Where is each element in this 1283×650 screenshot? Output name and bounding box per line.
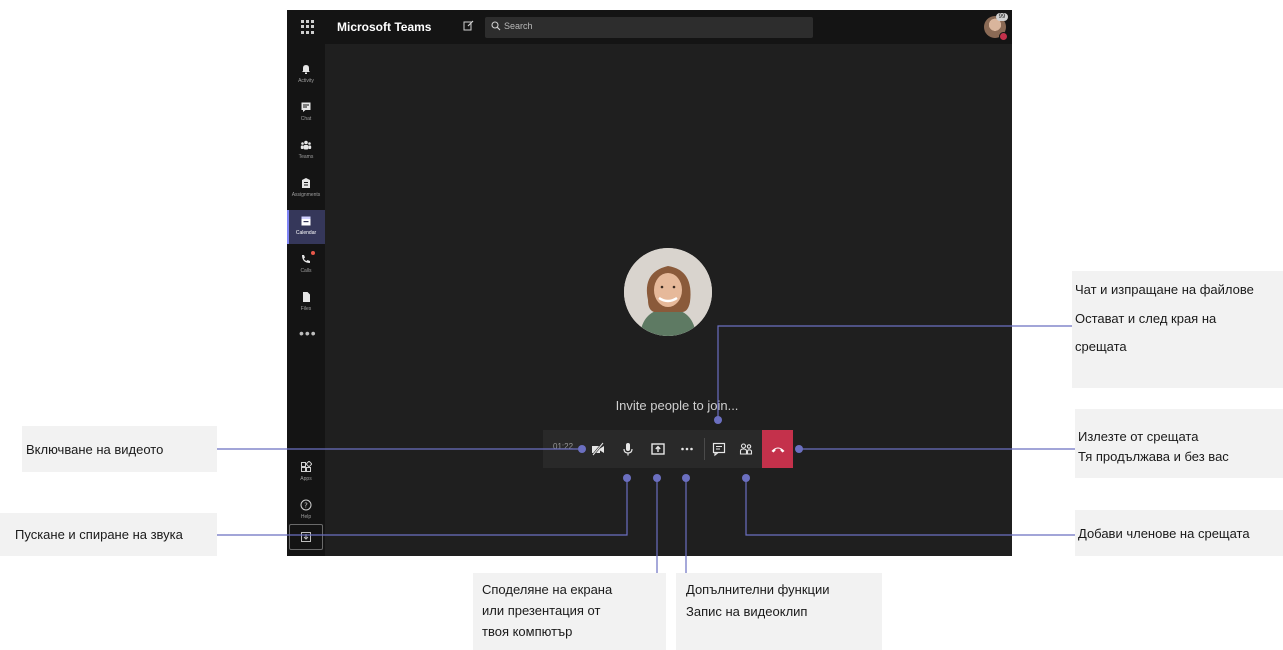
callout-chat-line-1: Чат и изпращане на файлове xyxy=(1075,282,1254,297)
callout-add-members: Добави членове на срещата xyxy=(1075,510,1283,556)
audio-dot xyxy=(623,474,631,482)
callout-leave-meeting: Излезте от срещата Тя продължава и без в… xyxy=(1075,409,1283,478)
callout-share-line-2: или презентация от xyxy=(482,603,601,618)
chat-dot xyxy=(714,416,722,424)
callout-chat-line-3: срещата xyxy=(1075,339,1127,354)
video-dot xyxy=(578,445,586,453)
callout-video-text: Включване на видеото xyxy=(26,442,164,457)
chat-leader-line xyxy=(717,325,1072,420)
callout-leave-line-1: Излезте от срещата xyxy=(1078,429,1199,444)
more-dot xyxy=(682,474,690,482)
callout-leave-line-2: Тя продължава и без вас xyxy=(1078,449,1229,464)
callout-more-line-1: Допълнителни функции xyxy=(686,582,830,597)
callout-chat: Чат и изпращане на файлове Остават и сле… xyxy=(1072,271,1283,388)
callout-add-text: Добави членове на срещата xyxy=(1078,526,1250,541)
callout-share-line-3: твоя компютър xyxy=(482,624,573,639)
callout-more-functions: Допълнителни функции Запис на видеоклип xyxy=(676,573,882,650)
callout-audio-text: Пускане и спиране на звука xyxy=(15,527,183,542)
callout-more-line-2: Запис на видеоклип xyxy=(686,604,808,619)
add-leader-line xyxy=(745,478,1075,536)
add-dot xyxy=(742,474,750,482)
callout-chat-line-2: Остават и след края на xyxy=(1075,311,1217,326)
leave-dot xyxy=(795,445,803,453)
callout-share-screen: Споделяне на екрана или презентация от т… xyxy=(473,573,666,650)
callout-audio: Пускане и спиране на звука xyxy=(0,513,217,556)
callout-share-line-1: Споделяне на екрана xyxy=(482,582,613,597)
share-dot xyxy=(653,474,661,482)
audio-leader-line xyxy=(217,478,628,536)
callout-video: Включване на видеото xyxy=(22,426,217,472)
